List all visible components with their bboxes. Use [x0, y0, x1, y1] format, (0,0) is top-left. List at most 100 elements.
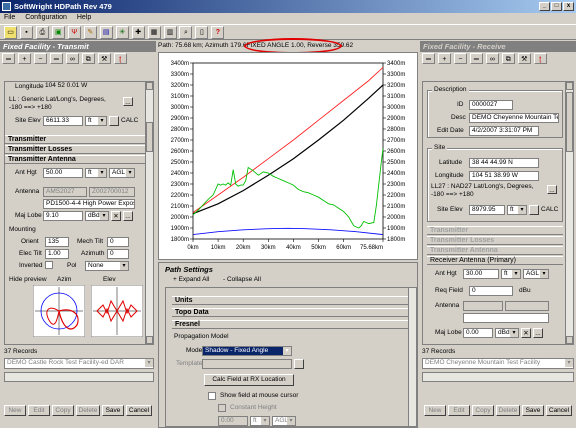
receive-copy-button[interactable]: Copy: [472, 405, 494, 416]
copy-icon[interactable]: ⧉: [501, 53, 515, 64]
list-icon[interactable]: ═: [2, 53, 15, 64]
collapse-all-link[interactable]: - Collapse All: [223, 276, 261, 283]
ant-hgt-field[interactable]: 50.00: [43, 168, 83, 178]
zoom-icon[interactable]: ⌕: [179, 26, 193, 39]
transmit-copy-button[interactable]: Copy: [52, 405, 74, 416]
path-settings-scrollbar[interactable]: [408, 288, 416, 426]
antenna-icon[interactable]: Ψ: [67, 26, 81, 39]
maj-lobe-unit-select[interactable]: dBd: [495, 328, 519, 338]
receive-icon[interactable]: ʈ: [533, 53, 547, 64]
menu-file[interactable]: File: [4, 14, 15, 21]
maximize-button[interactable]: □: [551, 2, 562, 11]
receive-icon[interactable]: ʈ: [113, 53, 127, 64]
calc-small-button[interactable]: [109, 116, 119, 126]
maj-lobe-unit-select[interactable]: dBd: [85, 211, 109, 221]
find-icon[interactable]: ✳: [115, 26, 129, 39]
delete-icon[interactable]: −: [33, 53, 47, 64]
ant-hgt-unit-select[interactable]: ft: [501, 269, 521, 279]
add-icon[interactable]: +: [17, 53, 31, 64]
clear-antenna-button[interactable]: ✕: [111, 211, 121, 221]
receive-cancel-button[interactable]: Cancel: [546, 405, 572, 416]
longitude-field[interactable]: 104 52 0.01 W: [43, 82, 123, 92]
section-transmitter-losses[interactable]: Transmitter Losses: [5, 145, 145, 154]
transmit-edit-button[interactable]: Edit: [28, 405, 50, 416]
add-icon[interactable]: +: [437, 53, 451, 64]
ant-hgt-ref-select[interactable]: AGL: [523, 269, 549, 279]
receive-record-select[interactable]: DEMO Cheyenne Mountain Test Facility: [422, 358, 574, 369]
section-topo-data[interactable]: Topo Data: [172, 308, 408, 317]
edit-icon[interactable]: ✎: [83, 26, 97, 39]
tools-icon[interactable]: ⚒: [97, 53, 111, 64]
transmit-save-button[interactable]: Save: [102, 405, 124, 416]
close-button[interactable]: x: [563, 2, 574, 11]
edit-icon[interactable]: ═: [49, 53, 63, 64]
receive-record-scrollbar[interactable]: [422, 372, 574, 382]
minimize-button[interactable]: _: [539, 2, 550, 11]
template-browse-button[interactable]: [294, 359, 304, 369]
edit-icon[interactable]: ═: [469, 53, 483, 64]
maj-lobe-field[interactable]: 9.10: [43, 211, 83, 221]
antenna-browse-button[interactable]: ...: [533, 328, 543, 338]
list-icon[interactable]: ═: [422, 53, 435, 64]
elec-tilt-field[interactable]: 1.00: [45, 249, 69, 259]
site-elev-unit-select[interactable]: ft: [85, 116, 107, 126]
model-select[interactable]: Shadow - Fixed Angle: [202, 346, 292, 356]
site-elev-field[interactable]: 8979.95: [469, 205, 505, 215]
section-units[interactable]: Units: [172, 296, 408, 305]
receive-new-button[interactable]: New: [424, 405, 446, 416]
copy-icon[interactable]: ⧉: [81, 53, 95, 64]
transmit-record-scrollbar[interactable]: [4, 372, 154, 382]
receive-delete-button[interactable]: Delete: [496, 405, 520, 416]
print-icon[interactable]: ⎙: [35, 26, 49, 39]
section-transmitter[interactable]: Transmitter: [427, 226, 563, 235]
delete-icon[interactable]: −: [453, 53, 467, 64]
azimuth-field[interactable]: 0: [107, 249, 129, 259]
transmit-new-button[interactable]: New: [4, 405, 26, 416]
site-elev-unit-select[interactable]: ft: [507, 205, 527, 215]
ant-hgt-unit-select[interactable]: ft: [85, 168, 107, 178]
transmit-delete-button[interactable]: Delete: [76, 405, 100, 416]
orient-field[interactable]: 135: [45, 237, 69, 247]
receive-scrollbar[interactable]: [565, 82, 573, 344]
open-icon[interactable]: ▭: [4, 26, 17, 39]
section-transmitter-antenna[interactable]: Transmitter Antenna: [427, 246, 563, 255]
desc-field[interactable]: DEMO Cheyenne Mountain Te: [469, 113, 559, 123]
antenna-desc-field[interactable]: [463, 313, 549, 323]
latitude-field[interactable]: 38 44 44.99 N: [469, 158, 539, 168]
ant-hgt-field[interactable]: 30.00: [463, 269, 499, 279]
page-icon[interactable]: ▯: [195, 26, 209, 39]
section-transmitter-antenna[interactable]: Transmitter Antenna: [5, 155, 145, 164]
id-field[interactable]: 0000027: [469, 100, 513, 110]
inverted-checkbox[interactable]: [45, 261, 53, 269]
path-profile-chart[interactable]: 3400m 3400m 3300m 3300m 3200m 3200m 3100m 3100m…: [158, 52, 418, 260]
help-icon[interactable]: ?: [211, 26, 225, 39]
save-icon[interactable]: ▪: [19, 26, 33, 39]
map-icon[interactable]: ▣: [51, 26, 65, 39]
graph-icon[interactable]: ▤: [99, 26, 113, 39]
binoculars-icon[interactable]: ∞: [65, 53, 79, 64]
tools-icon[interactable]: ✚: [131, 26, 145, 39]
section-transmitter-losses[interactable]: Transmitter Losses: [427, 236, 563, 245]
section-transmitter[interactable]: Transmitter: [5, 135, 145, 144]
transmit-scrollbar[interactable]: [145, 82, 153, 344]
maj-lobe-field[interactable]: 0.00: [463, 328, 493, 338]
clear-antenna-button[interactable]: ✕: [521, 328, 531, 338]
grid-icon[interactable]: ▦: [147, 26, 161, 39]
receive-save-button[interactable]: Save: [522, 405, 544, 416]
section-receiver-antenna[interactable]: Receiver Antenna (Primary): [427, 256, 563, 265]
hide-preview-label[interactable]: Hide preview: [9, 276, 47, 283]
menu-help[interactable]: Help: [77, 14, 91, 21]
expand-all-link[interactable]: + Expand All: [173, 276, 209, 283]
longitude-field[interactable]: 104 51 38.99 W: [469, 171, 539, 181]
pol-select[interactable]: None: [85, 261, 129, 271]
section-fresnel[interactable]: Fresnel: [172, 320, 408, 329]
pin-icon[interactable]: ▥: [163, 26, 177, 39]
transmit-cancel-button[interactable]: Cancel: [126, 405, 152, 416]
menu-configuration[interactable]: Configuration: [25, 14, 67, 21]
tools-icon[interactable]: ⚒: [517, 53, 531, 64]
mech-tilt-field[interactable]: 0: [107, 237, 129, 247]
show-field-checkbox[interactable]: [208, 392, 216, 400]
calc-small-button[interactable]: [529, 205, 539, 215]
antenna-desc-field[interactable]: PD1500-4-4 High Power Expos: [43, 199, 135, 209]
req-field-field[interactable]: 0: [469, 286, 513, 296]
